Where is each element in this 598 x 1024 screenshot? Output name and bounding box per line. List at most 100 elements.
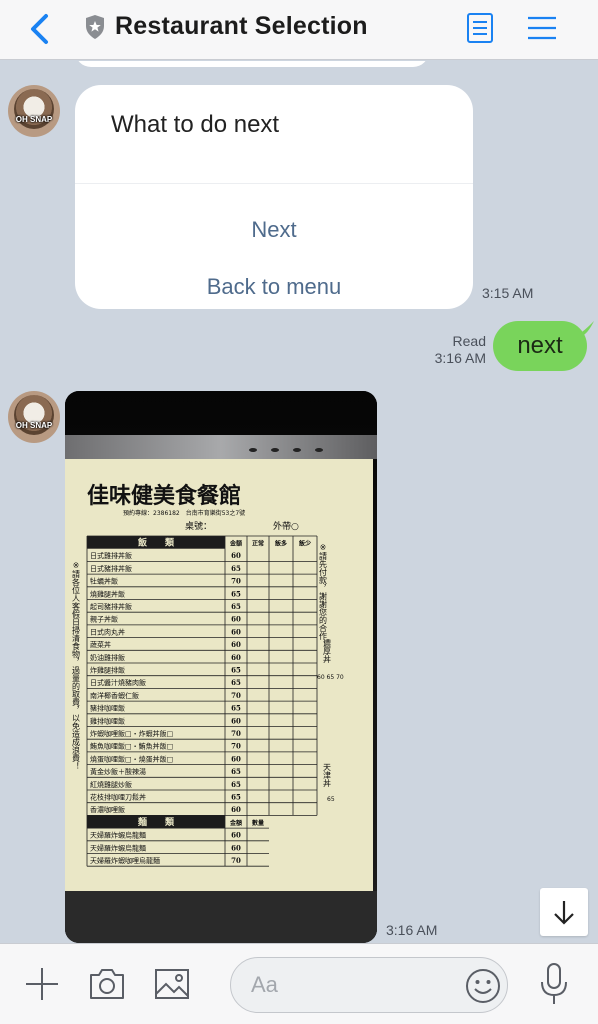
chat-area[interactable]: OH SNAP What to do next Next Back to men… [0,61,598,943]
rice-item-name: 日式醬汁燒豬肉飯 [90,678,146,687]
rice-item-price: 60 [231,716,241,725]
message-input[interactable] [251,970,451,1000]
rice-item-name: 雞排咖哩飯 [90,716,125,725]
rice-item-price: 65 [231,602,241,611]
avatar-caption: OH SNAP [15,115,53,124]
hamburger-menu-icon[interactable] [526,14,558,42]
takeout-label: 外帶○ [273,520,299,532]
outgoing-message[interactable]: next [493,321,587,371]
rice-item-name: 牡蠣丼飯 [90,577,118,586]
read-receipt: Read 3:16 AM [420,333,486,367]
card-divider [75,183,473,184]
previous-message-bubble [75,61,429,67]
rice-item-price: 60 [231,627,241,636]
page-title: Restaurant Selection [115,12,368,40]
message-time: 3:15 AM [482,285,534,301]
rice-item-name: 炸蝦咖哩飯□・炸蝦丼飯□ [90,729,173,738]
noodle-item-name: 天婦羅炸蝦咖哩烏龍麵 [90,856,160,865]
rice-item-price: 70 [231,691,241,700]
photo-message[interactable]: 佳味健美食餐館 預約專線：2386182 台南市育樂街53之7號 桌號： 外帶○… [65,391,377,943]
noodle-item-name: 天婦羅炸蝦烏龍麵 [90,831,146,840]
rice-item-name: 豬排咖哩飯 [90,704,125,713]
side-note-right: ※請先付款，謝謝您的合作！ [319,543,328,648]
noodle-item-price: 60 [231,831,241,840]
rice-item-price: 60 [231,805,241,814]
rice-item-price: 65 [231,704,241,713]
rice-item-name: 奶油雞排飯 [90,653,125,662]
rice-item-name: 燒雞腿丼飯 [90,589,125,598]
arrow-down-icon [554,901,574,925]
message-time: 3:16 AM [386,922,438,938]
rice-header-label: 金額 [229,540,242,548]
chevron-left-icon[interactable] [26,12,56,46]
noodle-header-label: 麵 類 [137,816,175,828]
back-to-menu-button[interactable]: Back to menu [75,274,473,300]
side-note-left: ※請各位人客假日掃清食物，過量的取費，以免造成浪費！ [72,561,81,770]
options-card: What to do next Next Back to menu [75,85,473,309]
rice-item-name: 紅燒雞腿炒飯 [90,780,132,789]
rice-item-name: 蔬菜丼 [90,640,111,649]
message-time: 3:16 AM [434,350,486,366]
rice-item-name: 香濃咖哩飯 [90,805,125,814]
counter-surface [65,891,377,943]
rice-item-name: 日式豬排丼飯 [90,564,132,573]
noodle-header-label: 金額 [229,819,242,827]
rice-item-price: 65 [231,666,241,675]
image-icon[interactable] [154,966,190,1002]
clip-plate [65,435,377,459]
shield-icon [86,15,104,39]
rice-item-name: 起司豬排丼飯 [90,602,132,611]
rice-item-name: 日式雞排丼飯 [90,551,132,560]
rice-item-name: 親子丼飯 [90,615,118,624]
table-label: 桌號： [185,520,212,532]
special-2: 天津丼 [323,763,332,788]
chat-header: Restaurant Selection [0,0,598,60]
rice-item-price: 60 [231,754,241,763]
special-1-prices: 60 65 70 [317,674,344,681]
rice-header-label: 飯 類 [137,537,175,549]
rice-item-price: 65 [231,767,241,776]
rice-item-price: 65 [231,678,241,687]
read-label: Read [452,333,486,349]
menu-photo: 佳味健美食餐館 預約專線：2386182 台南市育樂街53之7號 桌號： 外帶○… [65,391,377,943]
rice-header-label: 正常 [252,540,264,548]
rice-header-label: 飯多 [274,540,287,548]
noodle-item-name: 天婦羅炸蝦烏龍麵 [90,843,146,852]
rice-item-price: 60 [231,653,241,662]
camera-icon[interactable] [88,966,126,1002]
rice-item-price: 60 [231,551,241,560]
avatar-caption: OH SNAP [15,421,53,430]
composer-bar [0,943,598,1024]
rice-item-price: 65 [231,780,241,789]
rice-item-price: 70 [231,577,241,586]
smiley-icon[interactable] [465,968,501,1004]
scroll-down-button[interactable] [540,888,588,936]
rice-item-price: 65 [231,793,241,802]
rice-item-name: 炸雞腿排飯 [90,666,125,675]
special-2-price: 65 [327,796,335,803]
avatar[interactable]: OH SNAP [8,85,60,137]
special-1: 濃厚丼 [323,638,332,664]
rice-item-price: 60 [231,615,241,624]
rice-item-name: 日式肉丸丼 [90,627,125,636]
rice-item-name: 南洋椰香蝦仁飯 [90,691,139,700]
next-button[interactable]: Next [75,217,473,243]
note-icon[interactable] [466,12,494,44]
rice-item-price: 70 [231,729,241,738]
noodle-item-price: 60 [231,843,241,852]
plus-icon[interactable] [24,966,60,1002]
rice-item-name: 黃金炒飯＋酸辣湯 [90,767,146,776]
rice-item-price: 65 [231,564,241,573]
rice-item-name: 燒蛋咖哩飯□・燒蛋丼飯□ [90,754,173,763]
message-input-box[interactable] [230,957,508,1013]
rice-header-label: 飯少 [298,540,311,548]
rice-item-price: 65 [231,589,241,598]
avatar[interactable]: OH SNAP [8,391,60,443]
card-title: What to do next [111,111,280,138]
noodle-item-price: 70 [231,856,241,865]
rice-item-name: 鮪魚咖哩飯□・鮪魚丼飯□ [90,742,173,751]
microphone-icon[interactable] [538,962,570,1006]
rice-item-price: 70 [231,742,241,751]
noodle-header-label: 數量 [252,819,264,827]
rice-item-price: 60 [231,640,241,649]
